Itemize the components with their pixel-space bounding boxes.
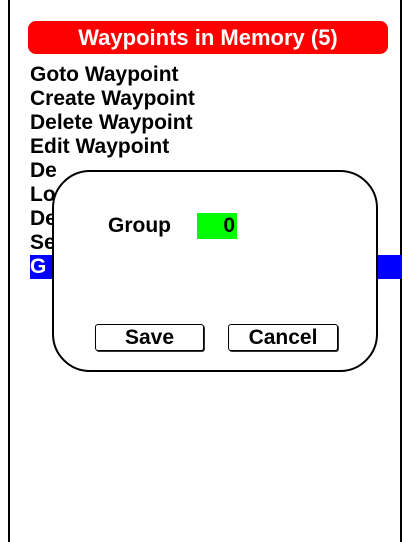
menu-item-edit-waypoint[interactable]: Edit Waypoint xyxy=(30,135,402,159)
group-value-field[interactable]: 0 xyxy=(197,213,237,239)
menu-item-create-waypoint[interactable]: Create Waypoint xyxy=(30,87,402,111)
cancel-button[interactable]: Cancel xyxy=(228,324,338,351)
group-dialog: Group 0 Save Cancel xyxy=(52,170,378,372)
group-label: Group xyxy=(108,214,171,237)
screen-frame-left xyxy=(8,0,10,542)
device-screen: Waypoints in Memory (5) Goto Waypoint Cr… xyxy=(0,0,409,542)
page-title: Waypoints in Memory (5) xyxy=(28,21,388,54)
menu-item-goto-waypoint[interactable]: Goto Waypoint xyxy=(30,63,402,87)
menu-item-delete-waypoint[interactable]: Delete Waypoint xyxy=(30,111,402,135)
save-button[interactable]: Save xyxy=(95,324,204,351)
